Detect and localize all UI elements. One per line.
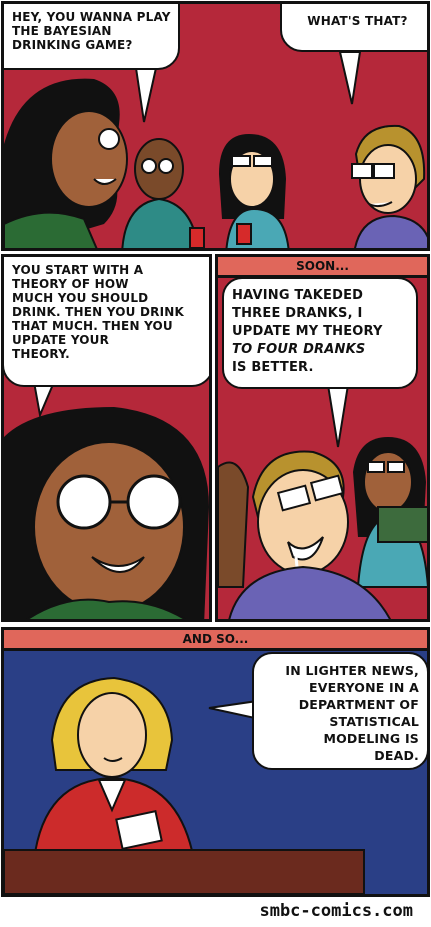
speech-bubble-rules: You start with a theory of how much you …	[4, 257, 209, 387]
bubble-line: Having takeded	[232, 288, 364, 303]
panel-drunk: SOON... Having takeded three dranks, I u…	[215, 254, 430, 622]
bubble-line: department of	[298, 697, 419, 712]
bubble-line: theory.	[12, 347, 70, 361]
bubble-line: update my theory	[232, 324, 383, 339]
panel-party: Hey, you wanna play the Bayesian drinkin…	[1, 1, 430, 251]
bubble-line: to four dranks	[232, 342, 366, 357]
bubble-line: drinking game?	[12, 38, 133, 52]
speech-bubble-invite: Hey, you wanna play the Bayesian drinkin…	[4, 4, 180, 70]
bubble-line: In lighter news,	[285, 663, 419, 678]
speech-bubble-question: What's that?	[280, 4, 427, 52]
bubble-line: Hey, you wanna play	[12, 10, 171, 24]
panel-news: AND SO... In lighter news, everyone in a…	[1, 627, 430, 897]
bubble-line: theory of how	[12, 277, 129, 291]
speech-bubble-news: In lighter news, everyone in a departmen…	[252, 652, 427, 770]
bubble-line: update your	[12, 333, 110, 347]
site-credit: smbc-comics.com	[259, 901, 413, 921]
bubble-line: much you should	[12, 291, 149, 305]
bubble-line: dead.	[374, 748, 419, 763]
bubble-line: the Bayesian	[12, 24, 112, 38]
bubble-line: What's that?	[307, 14, 408, 28]
bubble-line: drink. Then you drink	[12, 305, 184, 319]
speech-bubble-update: Having takeded three dranks, I update my…	[222, 277, 418, 389]
bubble-line: that much. Then you	[12, 319, 173, 333]
bubble-line: everyone in a	[308, 680, 419, 695]
bubble-line: modeling is	[323, 731, 419, 746]
panel-explanation: You start with a theory of how much you …	[1, 254, 212, 622]
bubble-line: You start with a	[12, 263, 144, 277]
bubble-line: statistical	[329, 714, 419, 729]
bubble-line: three dranks, I	[232, 306, 363, 321]
bubble-line: is better.	[232, 360, 314, 375]
